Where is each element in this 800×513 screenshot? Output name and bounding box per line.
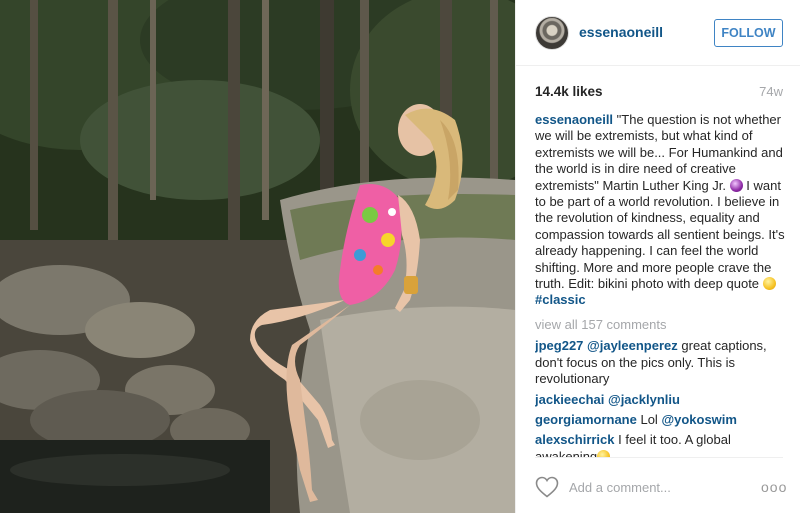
post-meta: 14.4k likes 74w [535, 84, 783, 102]
comment-item: alexschirrick I feel it too. A global aw… [535, 432, 785, 457]
author-username[interactable]: essenaoneill [579, 24, 663, 40]
caption-hashtag[interactable]: #classic [535, 292, 586, 307]
comment-item: jpeg227 @jayleenperez great captions, do… [535, 338, 785, 387]
post-age[interactable]: 74w [759, 84, 783, 99]
comment-author[interactable]: jackieechai [535, 392, 604, 407]
post-side-panel: essenaoneill FOLLOW 14.4k likes 74w esse… [515, 0, 800, 513]
smiling-face-emoji-icon [762, 277, 776, 291]
comment-author[interactable]: alexschirrick [535, 432, 615, 447]
more-options-icon[interactable]: ooo [761, 480, 786, 494]
comment-text: Lol [636, 411, 662, 427]
purple-face-emoji-icon [729, 178, 743, 192]
post-photo[interactable] [0, 0, 515, 513]
add-comment-input[interactable] [569, 477, 739, 497]
avatar[interactable] [535, 16, 569, 50]
comment-mention[interactable]: @yokoswim [661, 412, 737, 427]
likes-count[interactable]: 14.4k likes [535, 84, 603, 99]
comment-mention[interactable]: @jacklynliu [608, 392, 680, 407]
caption-author[interactable]: essenaoneill [535, 112, 613, 127]
comment-author[interactable]: georgiamornane [535, 412, 637, 427]
caption-text-2: I want to be part of a world revolution.… [535, 177, 785, 292]
comment-item: jackieechai @jacklynliu [535, 392, 785, 408]
comment-bar: ooo [535, 457, 786, 513]
photo-scene [0, 0, 515, 513]
follow-button[interactable]: FOLLOW [714, 19, 783, 47]
view-all-comments-link[interactable]: view all 157 comments [535, 317, 785, 333]
comment-item: georgiamornane Lol @yokoswim [535, 412, 785, 428]
heart-outline-icon[interactable] [535, 476, 559, 498]
post-header: essenaoneill FOLLOW [516, 0, 800, 66]
grinning-face-emoji-icon [597, 449, 611, 457]
comment-mention[interactable]: @jayleenperez [587, 338, 678, 353]
caption: essenaoneill "The question is not whethe… [535, 112, 785, 309]
comment-author[interactable]: jpeg227 [535, 338, 583, 353]
comments-list: essenaoneill "The question is not whethe… [535, 112, 785, 457]
